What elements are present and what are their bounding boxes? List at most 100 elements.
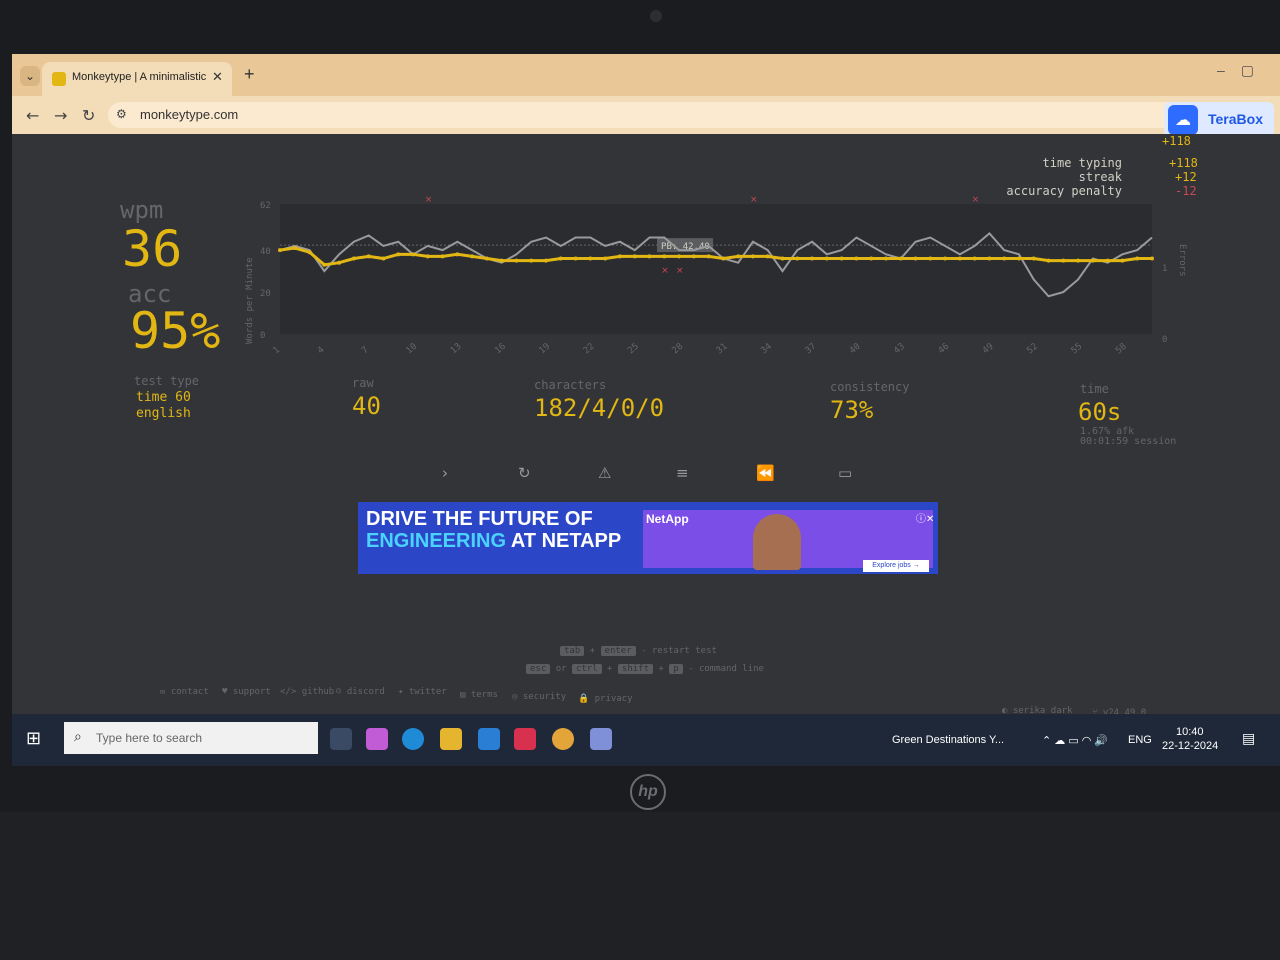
wpm-point [1046, 258, 1051, 263]
address-bar-row: ← → ↻ ⚙ monkeytype.com [12, 96, 1280, 134]
new-tab-button[interactable]: + [244, 64, 255, 85]
warning-icon[interactable]: ⚠ [598, 464, 611, 482]
error-marker: × [425, 195, 433, 205]
wpm-chart: 0 20 40 62 Words per Minute Errors 0 1 1 4 7 10 13 16… [232, 194, 1192, 364]
wpm-point [913, 256, 918, 261]
x-tick-label: 1 [272, 345, 283, 356]
test-type-language: english [136, 406, 191, 421]
key-ctrl: ctrl [571, 664, 602, 674]
windows-taskbar: ⊞ ⌕ Type here to search Green Destinatio… [12, 714, 1280, 766]
y2-tick-label: 0 [1162, 335, 1167, 345]
back-icon[interactable]: ← [26, 106, 39, 125]
wpm-point [558, 256, 563, 261]
x-tick-label: 55 [1070, 342, 1085, 357]
consistency-label: consistency [830, 380, 910, 394]
app-icon-2[interactable] [590, 728, 612, 750]
replay-icon[interactable]: ⏪ [756, 464, 775, 482]
clock-time[interactable]: 10:40 [1176, 726, 1204, 738]
forward-icon[interactable]: → [54, 106, 67, 125]
netapp-ad-banner[interactable]: DRIVE THE FUTURE OF ENGINEERING AT NETAP… [358, 502, 938, 574]
ad-close-icon[interactable]: ⓘ✕ [916, 510, 934, 525]
words-history-icon[interactable]: ≡ [676, 464, 689, 482]
key-p: p [669, 664, 683, 674]
tray-icons[interactable]: ⌃ ☁ ▭ ◠ 🔊 [1042, 734, 1108, 747]
browser-tab[interactable]: Monkeytype | A minimalistic, cu ✕ [42, 62, 232, 96]
x-tick-label: 52 [1025, 342, 1040, 357]
chrome-icon[interactable] [552, 728, 574, 750]
wpm-point [647, 254, 652, 259]
wpm-point [1061, 258, 1066, 263]
taskbar-search-box[interactable]: ⌕ Type here to search [64, 722, 318, 754]
edge-icon[interactable] [402, 728, 424, 750]
footer-contact[interactable]: ✉ contact [160, 687, 209, 697]
x-tick-label: 10 [405, 342, 420, 357]
footer-discord[interactable]: ☺ discord [336, 687, 385, 697]
wpm-point [544, 258, 549, 263]
footer-security[interactable]: ◎ security [512, 692, 566, 702]
reload-icon[interactable]: ↻ [82, 106, 95, 125]
language-indicator[interactable]: ENG [1128, 734, 1152, 746]
task-view-icon[interactable] [330, 728, 352, 750]
clock-date[interactable]: 22-12-2024 [1162, 740, 1218, 752]
restart-icon[interactable]: ↻ [518, 464, 531, 482]
terabox-label: TeraBox [1208, 111, 1263, 127]
x-tick-label: 7 [360, 345, 371, 356]
wpm-point [351, 256, 356, 261]
terabox-extension[interactable]: ☁ TeraBox [1164, 102, 1274, 138]
wpm-point [1120, 258, 1125, 263]
xp-total: +118 [1162, 134, 1191, 148]
footer-twitter[interactable]: ✦ twitter [398, 687, 447, 697]
tab-close-icon[interactable]: ✕ [212, 69, 223, 85]
key-shift: shift [617, 664, 653, 674]
wpm-point [440, 254, 445, 259]
x-tick-label: 34 [759, 342, 774, 357]
y-axis-label: Words per Minute [245, 257, 255, 344]
screenshot-icon[interactable]: ▭ [838, 464, 852, 482]
hp-logo: hp [630, 774, 666, 810]
x-tick-label: 40 [848, 342, 863, 357]
notification-icon[interactable]: ▤ [1242, 730, 1255, 747]
wpm-point [780, 256, 785, 261]
url-input[interactable]: ⚙ monkeytype.com [108, 102, 1188, 128]
wpm-point [603, 256, 608, 261]
site-info-icon[interactable]: ⚙ [116, 107, 127, 121]
error-marker: × [750, 195, 758, 205]
wpm-point [292, 246, 297, 251]
footer-privacy[interactable]: 🔒 privacy [578, 694, 633, 704]
tab-search-button[interactable]: ⌄ [20, 66, 40, 86]
time-label: time [1080, 382, 1109, 396]
x-tick-label: 28 [671, 342, 686, 357]
wpm-point [455, 252, 460, 257]
file-explorer-icon[interactable] [440, 728, 462, 750]
outlook-icon[interactable] [478, 728, 500, 750]
consistency-value: 73% [830, 396, 874, 424]
copilot-icon[interactable] [366, 728, 388, 750]
window-controls[interactable]: –▢ [1217, 62, 1270, 79]
next-test-icon[interactable]: › [442, 464, 448, 482]
wpm-point [396, 252, 401, 257]
wpm-point [943, 256, 948, 261]
ad-person-photo [753, 514, 801, 570]
laptop-keyboard-area [0, 812, 1280, 960]
wpm-point [987, 256, 992, 261]
ad-headline-2b: AT NETAPP [506, 530, 622, 552]
search-placeholder: Type here to search [96, 731, 203, 745]
wpm-point [795, 256, 800, 261]
footer-terms[interactable]: ▤ terms [460, 690, 498, 700]
ad-explore-jobs-button[interactable]: Explore jobs → [863, 560, 929, 572]
footer-github[interactable]: </> github [280, 687, 334, 697]
error-marker: × [972, 195, 980, 205]
media-title[interactable]: Green Destinations Y... [892, 734, 1004, 746]
app-icon[interactable] [514, 728, 536, 750]
wpm-point [928, 256, 933, 261]
y-tick-label: 40 [260, 247, 271, 257]
restart-hint-text: - restart test [641, 646, 717, 656]
test-type-mode: time 60 [136, 390, 191, 405]
x-tick-label: 46 [937, 342, 952, 357]
wpm-point [529, 258, 534, 263]
footer-support[interactable]: ♥ support [222, 687, 271, 697]
wpm-point [677, 254, 682, 259]
ad-headline-1: DRIVE THE FUTURE OF [366, 508, 593, 530]
windows-start-icon[interactable]: ⊞ [26, 728, 41, 749]
xp-value-time-typing: +118 [1169, 156, 1198, 170]
